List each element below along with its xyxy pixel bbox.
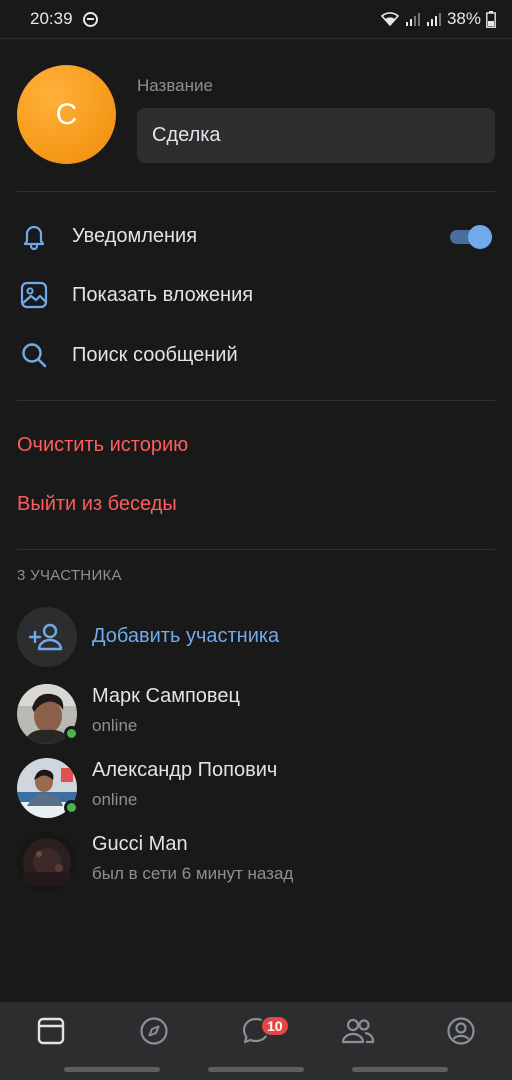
image-icon bbox=[20, 281, 48, 309]
status-time: 20:39 bbox=[30, 9, 73, 28]
status-bar: 20:39 38% bbox=[0, 0, 512, 38]
member-row[interactable]: Александр Попович online bbox=[0, 756, 512, 820]
notifications-row[interactable]: Уведомления bbox=[0, 207, 512, 265]
clear-history-button[interactable]: Очистить историю bbox=[17, 434, 188, 457]
online-indicator bbox=[64, 800, 79, 815]
tab-friends[interactable] bbox=[328, 1002, 388, 1060]
add-member-circle bbox=[17, 607, 77, 667]
show-attachments-row[interactable]: Показать вложения bbox=[0, 266, 512, 324]
member-name: Марк Самповец bbox=[92, 685, 240, 707]
signal-icon-2 bbox=[426, 13, 441, 26]
chat-avatar-letter: С bbox=[55, 97, 78, 131]
chat-name-value: Сделка bbox=[152, 124, 221, 146]
member-status: online bbox=[92, 716, 138, 735]
leave-chat-button[interactable]: Выйти из беседы bbox=[17, 493, 177, 516]
nav-back-button[interactable] bbox=[352, 1067, 448, 1072]
add-user-icon bbox=[28, 623, 63, 651]
chat-name-input[interactable]: Сделка bbox=[137, 108, 495, 163]
add-member-button[interactable]: Добавить участника bbox=[0, 606, 512, 668]
bell-icon bbox=[23, 225, 45, 251]
search-messages-row[interactable]: Поиск сообщений bbox=[0, 326, 512, 384]
messages-badge: 10 bbox=[259, 1015, 290, 1037]
battery-percent: 38% bbox=[446, 9, 481, 28]
divider bbox=[17, 191, 495, 192]
profile-icon bbox=[447, 1017, 475, 1045]
signal-icon bbox=[405, 13, 420, 26]
tab-explore[interactable] bbox=[124, 1002, 184, 1060]
divider bbox=[17, 549, 495, 550]
notifications-label: Уведомления bbox=[72, 224, 198, 247]
do-not-disturb-icon bbox=[82, 11, 98, 27]
nav-recent-button[interactable] bbox=[64, 1067, 160, 1072]
status-divider bbox=[0, 38, 512, 39]
divider bbox=[17, 400, 495, 401]
system-nav-bar bbox=[0, 1060, 512, 1080]
member-status: был в сети 6 минут назад bbox=[92, 864, 294, 883]
chat-header: С Название Сделка bbox=[17, 62, 495, 166]
member-row[interactable]: Марк Самповец online bbox=[0, 682, 512, 746]
wifi-icon bbox=[380, 12, 400, 27]
member-avatar bbox=[17, 832, 77, 892]
show-attachments-label: Показать вложения bbox=[72, 283, 254, 306]
members-section-title: 3 УЧАСТНИКА bbox=[17, 567, 122, 584]
nav-home-button[interactable] bbox=[208, 1067, 304, 1072]
search-icon bbox=[22, 343, 47, 368]
news-icon bbox=[37, 1017, 65, 1045]
chat-avatar[interactable]: С bbox=[17, 65, 116, 164]
search-messages-label: Поиск сообщений bbox=[72, 343, 238, 366]
member-row[interactable]: Gucci Man был в сети 6 минут назад bbox=[0, 830, 512, 894]
bottom-tab-bar: 10 bbox=[0, 1002, 512, 1060]
friends-icon bbox=[342, 1018, 375, 1044]
tab-news[interactable] bbox=[21, 1002, 81, 1060]
battery-icon bbox=[486, 10, 496, 28]
add-member-label: Добавить участника bbox=[92, 625, 280, 647]
name-label: Название bbox=[137, 76, 213, 95]
tab-profile[interactable] bbox=[431, 1002, 491, 1060]
tab-messages[interactable]: 10 bbox=[226, 1002, 290, 1060]
online-indicator bbox=[64, 726, 79, 741]
notifications-toggle[interactable] bbox=[450, 225, 492, 249]
explore-icon bbox=[139, 1017, 168, 1045]
member-name: Александр Попович bbox=[92, 759, 278, 781]
member-name: Gucci Man bbox=[92, 833, 188, 855]
toggle-knob bbox=[468, 225, 492, 249]
member-status: online bbox=[92, 790, 138, 809]
